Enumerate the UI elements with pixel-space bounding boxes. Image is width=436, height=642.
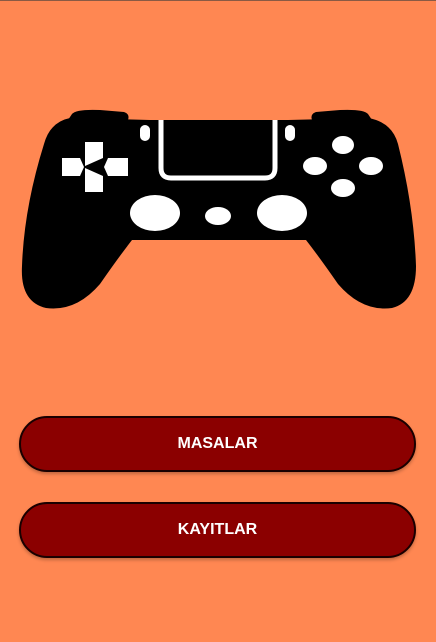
status-divider — [0, 0, 436, 1]
kayitlar-button[interactable]: KAYITLAR — [19, 502, 416, 558]
gamepad-icon — [21, 109, 416, 309]
masalar-button[interactable]: MASALAR — [19, 416, 416, 472]
